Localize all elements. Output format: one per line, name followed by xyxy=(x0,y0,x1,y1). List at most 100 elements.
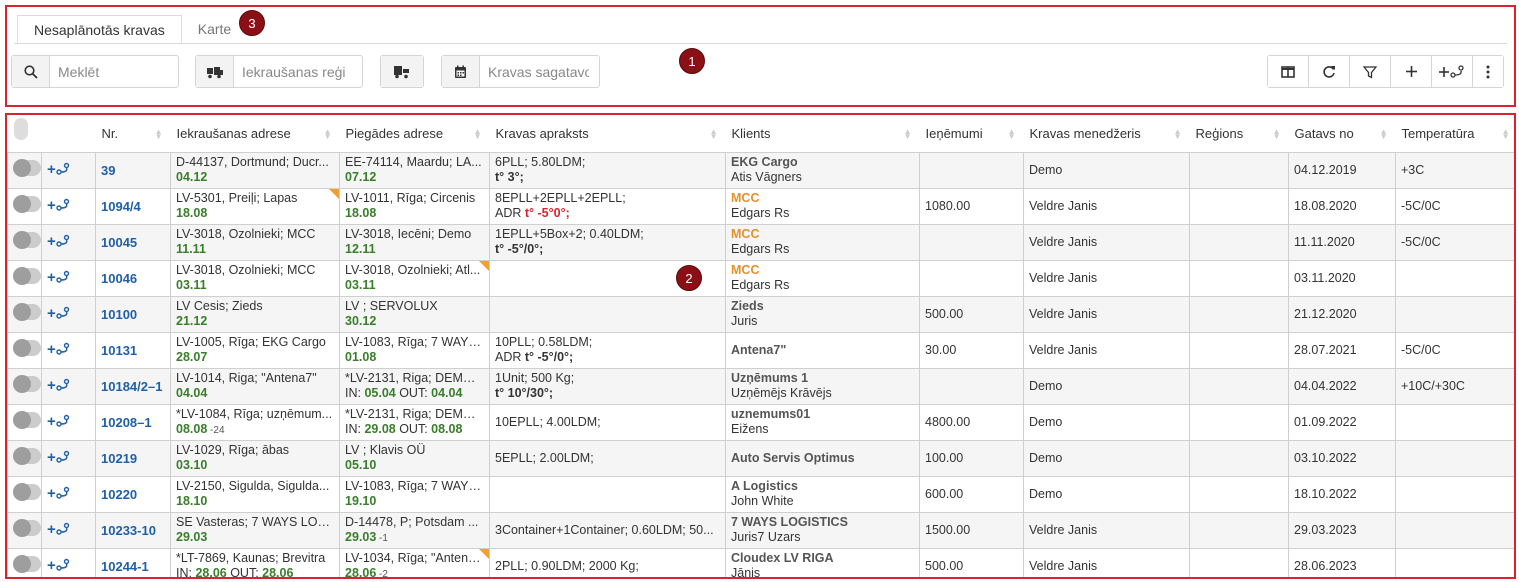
search-input[interactable] xyxy=(50,56,175,87)
tab-divider xyxy=(14,43,1507,44)
tab-unplanned-cargo[interactable]: Nesaplānotās kravas xyxy=(17,15,182,44)
manager-cell: Demo xyxy=(1023,367,1190,405)
refresh-icon[interactable] xyxy=(1309,56,1350,87)
row-toggle[interactable] xyxy=(13,519,41,537)
delivery-in-label: IN: xyxy=(345,386,365,400)
add-route-icon[interactable] xyxy=(1432,56,1473,87)
cargo-number[interactable]: 10131 xyxy=(95,331,171,369)
header-cargo-description[interactable]: Kravas apraksts ▲ ▼ xyxy=(489,115,726,153)
header-client[interactable]: Klients ▲ ▼ xyxy=(725,115,920,153)
add-route-icon[interactable]: + xyxy=(47,449,70,466)
cargo-number[interactable]: 10208–1 xyxy=(95,403,171,441)
add-route-icon[interactable]: + xyxy=(47,233,70,250)
header-temperature[interactable]: Temperatūra ▲ ▼ xyxy=(1395,115,1514,153)
truck-unloading-icon[interactable] xyxy=(381,56,423,87)
table-row[interactable]: +10233-10 SE Vasteras; 7 WAYS LOG... 29.03… xyxy=(7,511,1514,549)
row-toggle-cell xyxy=(7,439,42,477)
row-toggle-cell xyxy=(7,223,42,261)
add-route-icon[interactable]: + xyxy=(47,485,70,502)
row-toggle[interactable] xyxy=(13,195,41,213)
add-route-icon[interactable]: + xyxy=(47,557,70,574)
cargo-number[interactable]: 10100 xyxy=(95,295,171,333)
flag-marker xyxy=(479,261,489,271)
table-row[interactable]: +1094/4 LV-5301, Preiļi; Lapas 18.08 LV-101… xyxy=(7,187,1514,225)
ready-from-cell: 04.12.2019 xyxy=(1288,151,1396,189)
loading-region-input[interactable] xyxy=(234,56,359,87)
cargo-number[interactable]: 39 xyxy=(95,151,171,189)
row-toggle[interactable] xyxy=(13,447,41,465)
cargo-number[interactable]: 10233-10 xyxy=(95,511,171,549)
filter-icon[interactable] xyxy=(1350,56,1391,87)
row-toggle[interactable] xyxy=(13,303,41,321)
select-all-toggle[interactable] xyxy=(7,115,42,153)
row-toggle[interactable] xyxy=(13,411,41,429)
add-route-icon[interactable]: + xyxy=(47,197,70,214)
add-route-icon[interactable]: + xyxy=(47,269,70,286)
search-icon[interactable] xyxy=(12,56,50,87)
add-route-icon[interactable]: + xyxy=(47,521,70,538)
header-cargo-manager[interactable]: Kravas menedžeris ▲ ▼ xyxy=(1023,115,1190,153)
table-row[interactable]: +10131 LV-1005, Rīga; EKG Cargo 28.07 LV-10… xyxy=(7,331,1514,369)
cargo-ready-input[interactable] xyxy=(480,56,597,87)
table-row[interactable]: +10046 LV-3018, Ozolnieki; MCC 03.11 LV-301… xyxy=(7,259,1514,297)
delivery-address: LV-1083, Rīga; 7 WAYS... xyxy=(345,335,484,349)
loading-address-cell: LV-3018, Ozolnieki; MCC 03.11 xyxy=(170,259,340,297)
table-row[interactable]: +10244-1 *LT-7869, Kaunas; Brevitra IN: 28… xyxy=(7,547,1514,577)
add-route-icon[interactable]: + xyxy=(47,413,70,430)
table-row[interactable]: +10100 LV Cesis; Zieds 21.12 LV ; SERVOLUX 3… xyxy=(7,295,1514,333)
loading-address: LV-3018, Ozolnieki; MCC xyxy=(176,227,316,241)
client-name: uznemums01 xyxy=(731,407,811,421)
tab-map[interactable]: Karte xyxy=(182,15,247,44)
region-cell xyxy=(1189,151,1289,189)
cargo-description: 6PLL; 5.80LDM; xyxy=(495,155,586,169)
add-route-icon[interactable]: + xyxy=(47,305,70,322)
header-delivery-address[interactable]: Piegādes adrese ▲ ▼ xyxy=(339,115,490,153)
callout-badge-1: 1 xyxy=(679,48,705,74)
row-toggle-cell xyxy=(7,187,42,225)
row-toggle[interactable] xyxy=(13,339,41,357)
cargo-number[interactable]: 10244-1 xyxy=(95,547,171,577)
cargo-number[interactable]: 10046 xyxy=(95,259,171,297)
table-row[interactable]: +10208–1 *LV-1084, Rīga; uzņēmum... 08.08 … xyxy=(7,403,1514,441)
cargo-number[interactable]: 10219 xyxy=(95,439,171,477)
row-toggle[interactable] xyxy=(13,483,41,501)
cargo-description-cell xyxy=(489,475,726,513)
header-income[interactable]: Ieņēmumi ▲ ▼ xyxy=(919,115,1024,153)
columns-icon[interactable] xyxy=(1268,56,1309,87)
table-row[interactable]: +10220 LV-2150, Sigulda, Sigulda... 18.10 L… xyxy=(7,475,1514,513)
delivery-address: LV ; SERVOLUX xyxy=(345,299,438,313)
add-route-icon[interactable]: + xyxy=(47,377,70,394)
table-row[interactable]: +10219 LV-1029, Rīga; ābas 03.10 LV ; Klavi… xyxy=(7,439,1514,477)
more-vertical-icon[interactable] xyxy=(1473,56,1503,87)
table-row[interactable]: +10045 LV-3018, Ozolnieki; MCC 11.11 LV-301… xyxy=(7,223,1514,261)
delivery-date: 05.10 xyxy=(345,458,377,472)
flag-marker xyxy=(479,549,489,559)
table-row[interactable]: +39 D-44137, Dortmund; Ducr... 04.12 EE-741… xyxy=(7,151,1514,189)
delivery-address-cell: LV-1083, Rīga; 7 WAYS... 19.10 xyxy=(339,475,490,513)
loading-address-cell: LV Cesis; Zieds 21.12 xyxy=(170,295,340,333)
adr-label: ADR xyxy=(495,206,525,220)
cargo-number[interactable]: 10045 xyxy=(95,223,171,261)
table-row[interactable]: +10184/2–1 LV-1014, Riga; "Antena7" 04.04 *… xyxy=(7,367,1514,405)
loading-address-cell: LV-5301, Preiļi; Lapas 18.08 xyxy=(170,187,340,225)
cargo-number[interactable]: 10220 xyxy=(95,475,171,513)
row-toggle[interactable] xyxy=(13,267,41,285)
row-toggle[interactable] xyxy=(13,159,41,177)
truck-loading-icon[interactable] xyxy=(196,56,234,87)
header-nr[interactable]: Nr. ▲ ▼ xyxy=(95,115,171,153)
add-route-icon[interactable]: + xyxy=(47,341,70,358)
client-contact: Edgars Rs xyxy=(731,278,790,292)
header-ready-from[interactable]: Gatavs no ▲ ▼ xyxy=(1288,115,1396,153)
region-cell xyxy=(1189,439,1289,477)
calendar-icon[interactable] xyxy=(442,56,480,87)
row-toggle[interactable] xyxy=(13,375,41,393)
cargo-number[interactable]: 10184/2–1 xyxy=(95,367,171,405)
header-loading-address[interactable]: Iekraušanas adrese ▲ ▼ xyxy=(170,115,340,153)
row-toggle[interactable] xyxy=(13,555,41,573)
plus-icon[interactable] xyxy=(1391,56,1432,87)
row-toggle[interactable] xyxy=(13,231,41,249)
header-region[interactable]: Reģions ▲ ▼ xyxy=(1189,115,1289,153)
cargo-number[interactable]: 1094/4 xyxy=(95,187,171,225)
temperature-cell xyxy=(1395,475,1514,513)
add-route-icon[interactable]: + xyxy=(47,161,70,178)
